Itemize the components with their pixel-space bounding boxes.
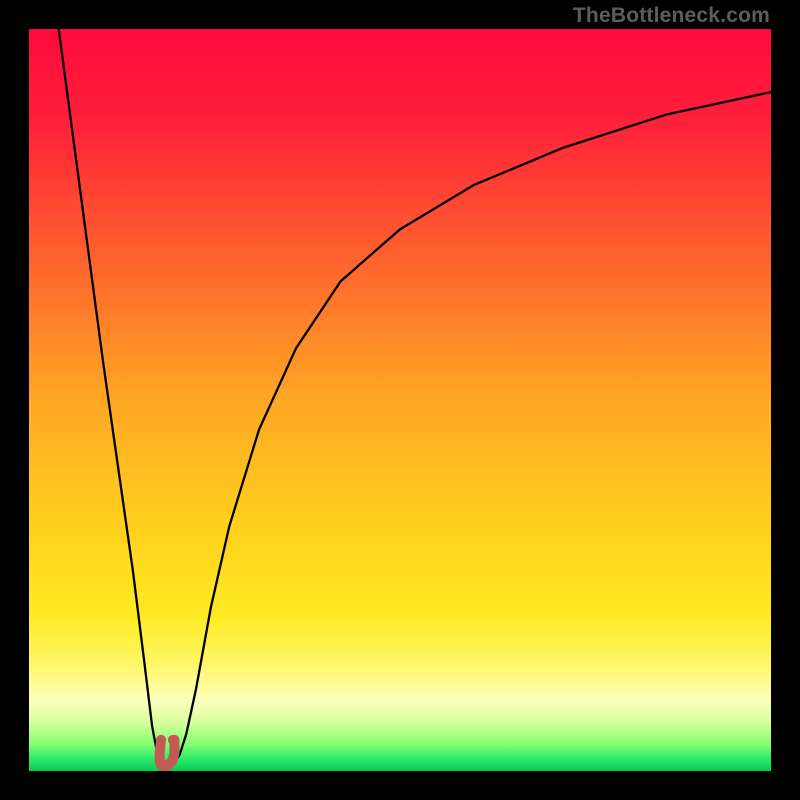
chart-svg (29, 29, 771, 771)
gradient-background (29, 29, 771, 771)
chart-frame: TheBottleneck.com (0, 0, 800, 800)
watermark-text: TheBottleneck.com (573, 4, 770, 28)
plot-area (29, 29, 771, 771)
